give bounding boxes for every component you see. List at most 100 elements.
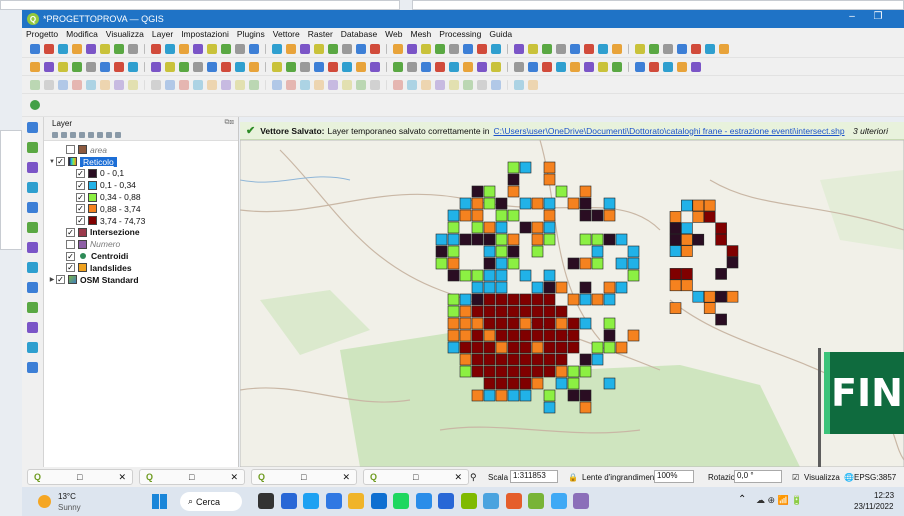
- toolbar-tool-icon[interactable]: [663, 61, 673, 72]
- layer-visibility-checkbox[interactable]: ✓: [66, 227, 75, 237]
- toolbar-tool-icon[interactable]: [514, 79, 524, 90]
- toolbar-tool-icon[interactable]: [370, 43, 380, 54]
- toolbar-tool-icon[interactable]: [370, 79, 380, 90]
- filter-expression-icon[interactable]: [88, 131, 94, 138]
- toolbar-tool-icon[interactable]: [249, 61, 259, 72]
- toolbar-tool-icon[interactable]: [151, 79, 161, 90]
- close-icon[interactable]: ✕: [118, 472, 126, 483]
- toolbar-tool-icon[interactable]: [265, 61, 266, 72]
- toolbar-tool-icon[interactable]: [649, 43, 659, 54]
- toolbar-tool-icon[interactable]: [407, 61, 417, 72]
- menu-progetto[interactable]: Progetto: [26, 29, 58, 39]
- menu-mesh[interactable]: Mesh: [411, 29, 432, 39]
- toolbar-tool-icon[interactable]: [435, 43, 445, 54]
- toolbar-tool-icon[interactable]: [514, 61, 524, 72]
- expand-icon[interactable]: ▶: [48, 276, 56, 283]
- clock-date[interactable]: 23/11/2022: [854, 502, 893, 511]
- crs-globe-icon[interactable]: 🌐: [844, 473, 854, 482]
- menu-impostazioni[interactable]: Impostazioni: [181, 29, 229, 39]
- crs-label[interactable]: EPSG:3857: [854, 473, 896, 482]
- taskbar-qgis-preview-1[interactable]: Q □ ✕: [27, 469, 133, 485]
- toolbar-tool-icon[interactable]: [691, 61, 701, 72]
- add-layer-tool-icon[interactable]: [27, 122, 38, 133]
- toolbar-tool-icon[interactable]: [386, 79, 387, 90]
- toolbar-tool-icon[interactable]: [407, 79, 417, 90]
- menu-layer[interactable]: Layer: [152, 29, 173, 39]
- toolbar-tool-icon[interactable]: [86, 79, 96, 90]
- toolbar-tool-icon[interactable]: [86, 43, 96, 54]
- toolbar-tool-icon[interactable]: [128, 79, 138, 90]
- add-layer-tool-icon[interactable]: [27, 322, 38, 333]
- add-layer-tool-icon[interactable]: [27, 242, 38, 253]
- toolbar-tool-icon[interactable]: [463, 79, 473, 90]
- add-layer-tool-icon[interactable]: [27, 302, 38, 313]
- toolbar-tool-icon[interactable]: [114, 43, 124, 54]
- toolbar-tool-icon[interactable]: [570, 43, 580, 54]
- toolbar-tool-icon[interactable]: [179, 79, 189, 90]
- layer-visibility-checkbox[interactable]: ✓: [76, 180, 85, 190]
- toolbar-tool-icon[interactable]: [58, 61, 68, 72]
- toolbar-tool-icon[interactable]: [193, 61, 203, 72]
- taskbar-app-icon[interactable]: [303, 493, 319, 509]
- collapse-all-icon[interactable]: [106, 131, 112, 138]
- toolbar-tool-icon[interactable]: [612, 43, 622, 54]
- layer-visibility-checkbox[interactable]: ✓: [56, 275, 65, 285]
- start-button[interactable]: [152, 494, 167, 509]
- layer-visibility-checkbox[interactable]: ✓: [76, 216, 85, 226]
- toolbar-tool-icon[interactable]: [314, 79, 324, 90]
- toolbar-tool-icon[interactable]: [144, 79, 145, 90]
- taskbar-app-icon[interactable]: [550, 493, 567, 509]
- toolbar-tool-icon[interactable]: [342, 61, 352, 72]
- tray-icons[interactable]: ☁ ⊕ 📶 🔋: [756, 495, 802, 506]
- taskbar-qgis-preview-2[interactable]: Q □ ✕: [139, 469, 245, 485]
- layer-visibility-checkbox[interactable]: ✓: [76, 168, 85, 178]
- message-more-count[interactable]: 3 ulteriori: [853, 126, 888, 136]
- toolbar-tool-icon[interactable]: [151, 43, 161, 54]
- toolbar-tool-icon[interactable]: [300, 61, 310, 72]
- toolbar-tool-icon[interactable]: [435, 79, 445, 90]
- add-layer-tool-icon[interactable]: [27, 342, 38, 353]
- toolbar-tool-icon[interactable]: [356, 61, 366, 72]
- weather-temp[interactable]: 13°C: [58, 492, 76, 501]
- taskbar-app-icon[interactable]: [438, 493, 454, 509]
- taskbar-app-icon[interactable]: [505, 493, 522, 509]
- expand-all-icon[interactable]: [97, 131, 103, 138]
- layer-item[interactable]: ✓ Intersezione: [44, 227, 238, 239]
- scale-combo[interactable]: 1:311853: [510, 470, 558, 483]
- layer-item[interactable]: ▶ ✓ OSM Standard: [44, 274, 238, 286]
- toolbar-tool-icon[interactable]: [128, 43, 138, 54]
- toolbar-tool-icon[interactable]: [507, 79, 508, 90]
- layer-item[interactable]: area: [44, 144, 238, 156]
- toolbar-tool-icon[interactable]: [407, 43, 417, 54]
- toolbar-tool-icon[interactable]: [165, 61, 175, 72]
- minimize-button[interactable]: –: [842, 11, 862, 22]
- weather-desc[interactable]: Sunny: [58, 503, 81, 512]
- toolbar-tool-icon[interactable]: [114, 61, 124, 72]
- toolbar-tool-icon[interactable]: [528, 79, 538, 90]
- taskbar-app-icon[interactable]: [460, 493, 477, 509]
- toolbar-tool-icon[interactable]: [635, 43, 645, 54]
- toolbar-tool-icon[interactable]: [272, 43, 282, 54]
- toolbar-tool-icon[interactable]: [635, 61, 645, 72]
- toolbar-tool-icon[interactable]: [370, 61, 380, 72]
- toolbar-tool-icon[interactable]: [44, 79, 54, 90]
- toolbar-tool-icon[interactable]: [598, 43, 608, 54]
- manage-visibility-icon[interactable]: [70, 131, 76, 138]
- layer-item[interactable]: ▼ ✓ Reticolo: [44, 156, 238, 168]
- panel-float-icon[interactable]: ⧉⊠: [225, 119, 234, 127]
- toolbar-tool-icon[interactable]: [691, 43, 701, 54]
- add-layer-tool-icon[interactable]: [27, 182, 38, 193]
- lock-scale-icon[interactable]: 🔒: [568, 473, 578, 482]
- add-layer-tool-icon[interactable]: [27, 362, 38, 373]
- layer-item[interactable]: ✓ 0,34 - 0,88: [44, 191, 238, 203]
- taskbar-app-icon[interactable]: [393, 493, 409, 509]
- toolbar-tool-icon[interactable]: [207, 61, 217, 72]
- toolbar-tool-icon[interactable]: [491, 61, 501, 72]
- toolbar-tool-icon[interactable]: [235, 43, 245, 54]
- toolbar-tool-icon[interactable]: [151, 61, 161, 72]
- toolbar-tool-icon[interactable]: [249, 79, 259, 90]
- toolbar-tool-icon[interactable]: [249, 43, 259, 54]
- toolbar-tool-icon[interactable]: [542, 61, 552, 72]
- toolbar-tool-icon[interactable]: [221, 43, 231, 54]
- search-box[interactable]: ⌕ Cerca: [180, 492, 242, 511]
